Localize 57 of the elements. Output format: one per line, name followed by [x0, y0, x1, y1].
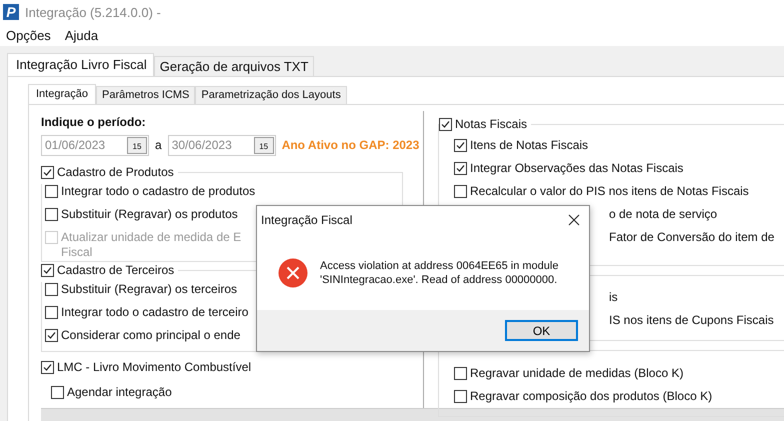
- tab[interactable]: Parâmetros ICMS: [96, 86, 196, 104]
- checkbox[interactable]: [51, 386, 64, 399]
- checkbox-label: Fator de Conversão do item de: [609, 230, 774, 245]
- checkbox-label: Integrar Observações das Notas Fiscais: [470, 161, 684, 176]
- checkbox[interactable]: [454, 185, 467, 198]
- tab[interactable]: Integração: [28, 84, 96, 104]
- checkbox[interactable]: [45, 329, 58, 342]
- checkbox[interactable]: [41, 361, 54, 374]
- tab[interactable]: Parametrização dos Layouts: [195, 86, 347, 104]
- checkbox-label: Fiscal: [61, 245, 94, 260]
- checkbox[interactable]: [41, 166, 54, 178]
- checkbox-label: Notas Fiscais: [455, 116, 528, 132]
- checkbox-label: Integrar todo o cadastro de produtos: [61, 184, 256, 199]
- checkbox[interactable]: [45, 283, 58, 296]
- checkbox[interactable]: [45, 306, 58, 319]
- window-title: Integração (5.214.0.0) -: [25, 4, 161, 20]
- checkbox[interactable]: [454, 390, 467, 403]
- period-label: Indique o período:: [41, 115, 147, 129]
- range-separator: a: [155, 138, 162, 152]
- checkbox[interactable]: [454, 162, 467, 175]
- checkbox[interactable]: [439, 118, 452, 130]
- date-field[interactable]: 01/06/2023 15: [41, 134, 149, 156]
- checkbox-label: Recalcular o valor do PIS nos itens de Notas Fiscais: [470, 184, 749, 199]
- checkbox[interactable]: [45, 208, 58, 221]
- checkbox-label: Itens de Notas Fiscais: [470, 138, 588, 153]
- dialog-title: Integração Fiscal: [261, 213, 352, 227]
- checkbox-label: o de nota de serviço: [609, 207, 718, 222]
- checkbox-label: Atualizar unidade de medida de E: [61, 230, 242, 245]
- checkbox-label: Agendar integração: [67, 385, 172, 400]
- calendar-button[interactable]: 15: [254, 136, 274, 154]
- checkbox-label: Integrar todo o cadastro de terceiro: [61, 305, 248, 320]
- tab[interactable]: Integração Livro Fiscal: [7, 53, 154, 76]
- menu-item[interactable]: Opções: [6, 28, 51, 42]
- ok-button[interactable]: OK: [505, 320, 578, 341]
- checkbox[interactable]: [454, 139, 467, 152]
- menu-item[interactable]: Ajuda: [64, 28, 98, 42]
- checkbox[interactable]: [41, 264, 54, 276]
- checkbox[interactable]: [45, 185, 58, 198]
- close-icon[interactable]: [568, 214, 580, 226]
- calendar-button[interactable]: 15: [127, 136, 147, 154]
- tab[interactable]: Geração de arquivos TXT: [154, 56, 314, 76]
- checkbox[interactable]: [454, 367, 467, 380]
- checkbox-label: Cadastro de Terceiros: [57, 262, 174, 278]
- checkbox-label: Regravar composição dos produtos (Bloco K): [470, 389, 712, 404]
- active-year-label: Ano Ativo no GAP: 2023: [282, 138, 420, 152]
- checkbox-label: Considerar como principal o ende: [61, 328, 240, 343]
- checkbox-label: Regravar unidade de medidas (Bloco K): [470, 366, 684, 381]
- checkbox-label: IS nos itens de Cupons Fiscais: [609, 313, 774, 328]
- error-message: Access violation at address 0064EE65 in module 'SINIntegracao.exe'. Read of address 00000000.: [320, 259, 558, 287]
- checkbox-label: Substituir (Regravar) os terceiros: [61, 282, 238, 297]
- checkbox-label: is: [609, 290, 618, 305]
- checkbox-label: Cadastro de Produtos: [57, 164, 174, 180]
- checkbox-label: LMC - Livro Movimento Combustível: [57, 360, 252, 375]
- checkbox-label: Substituir (Regravar) os produtos: [61, 207, 238, 222]
- date-field[interactable]: 30/06/2023 15: [168, 134, 276, 156]
- error-icon: [278, 258, 308, 288]
- app-logo-icon: P: [3, 4, 19, 20]
